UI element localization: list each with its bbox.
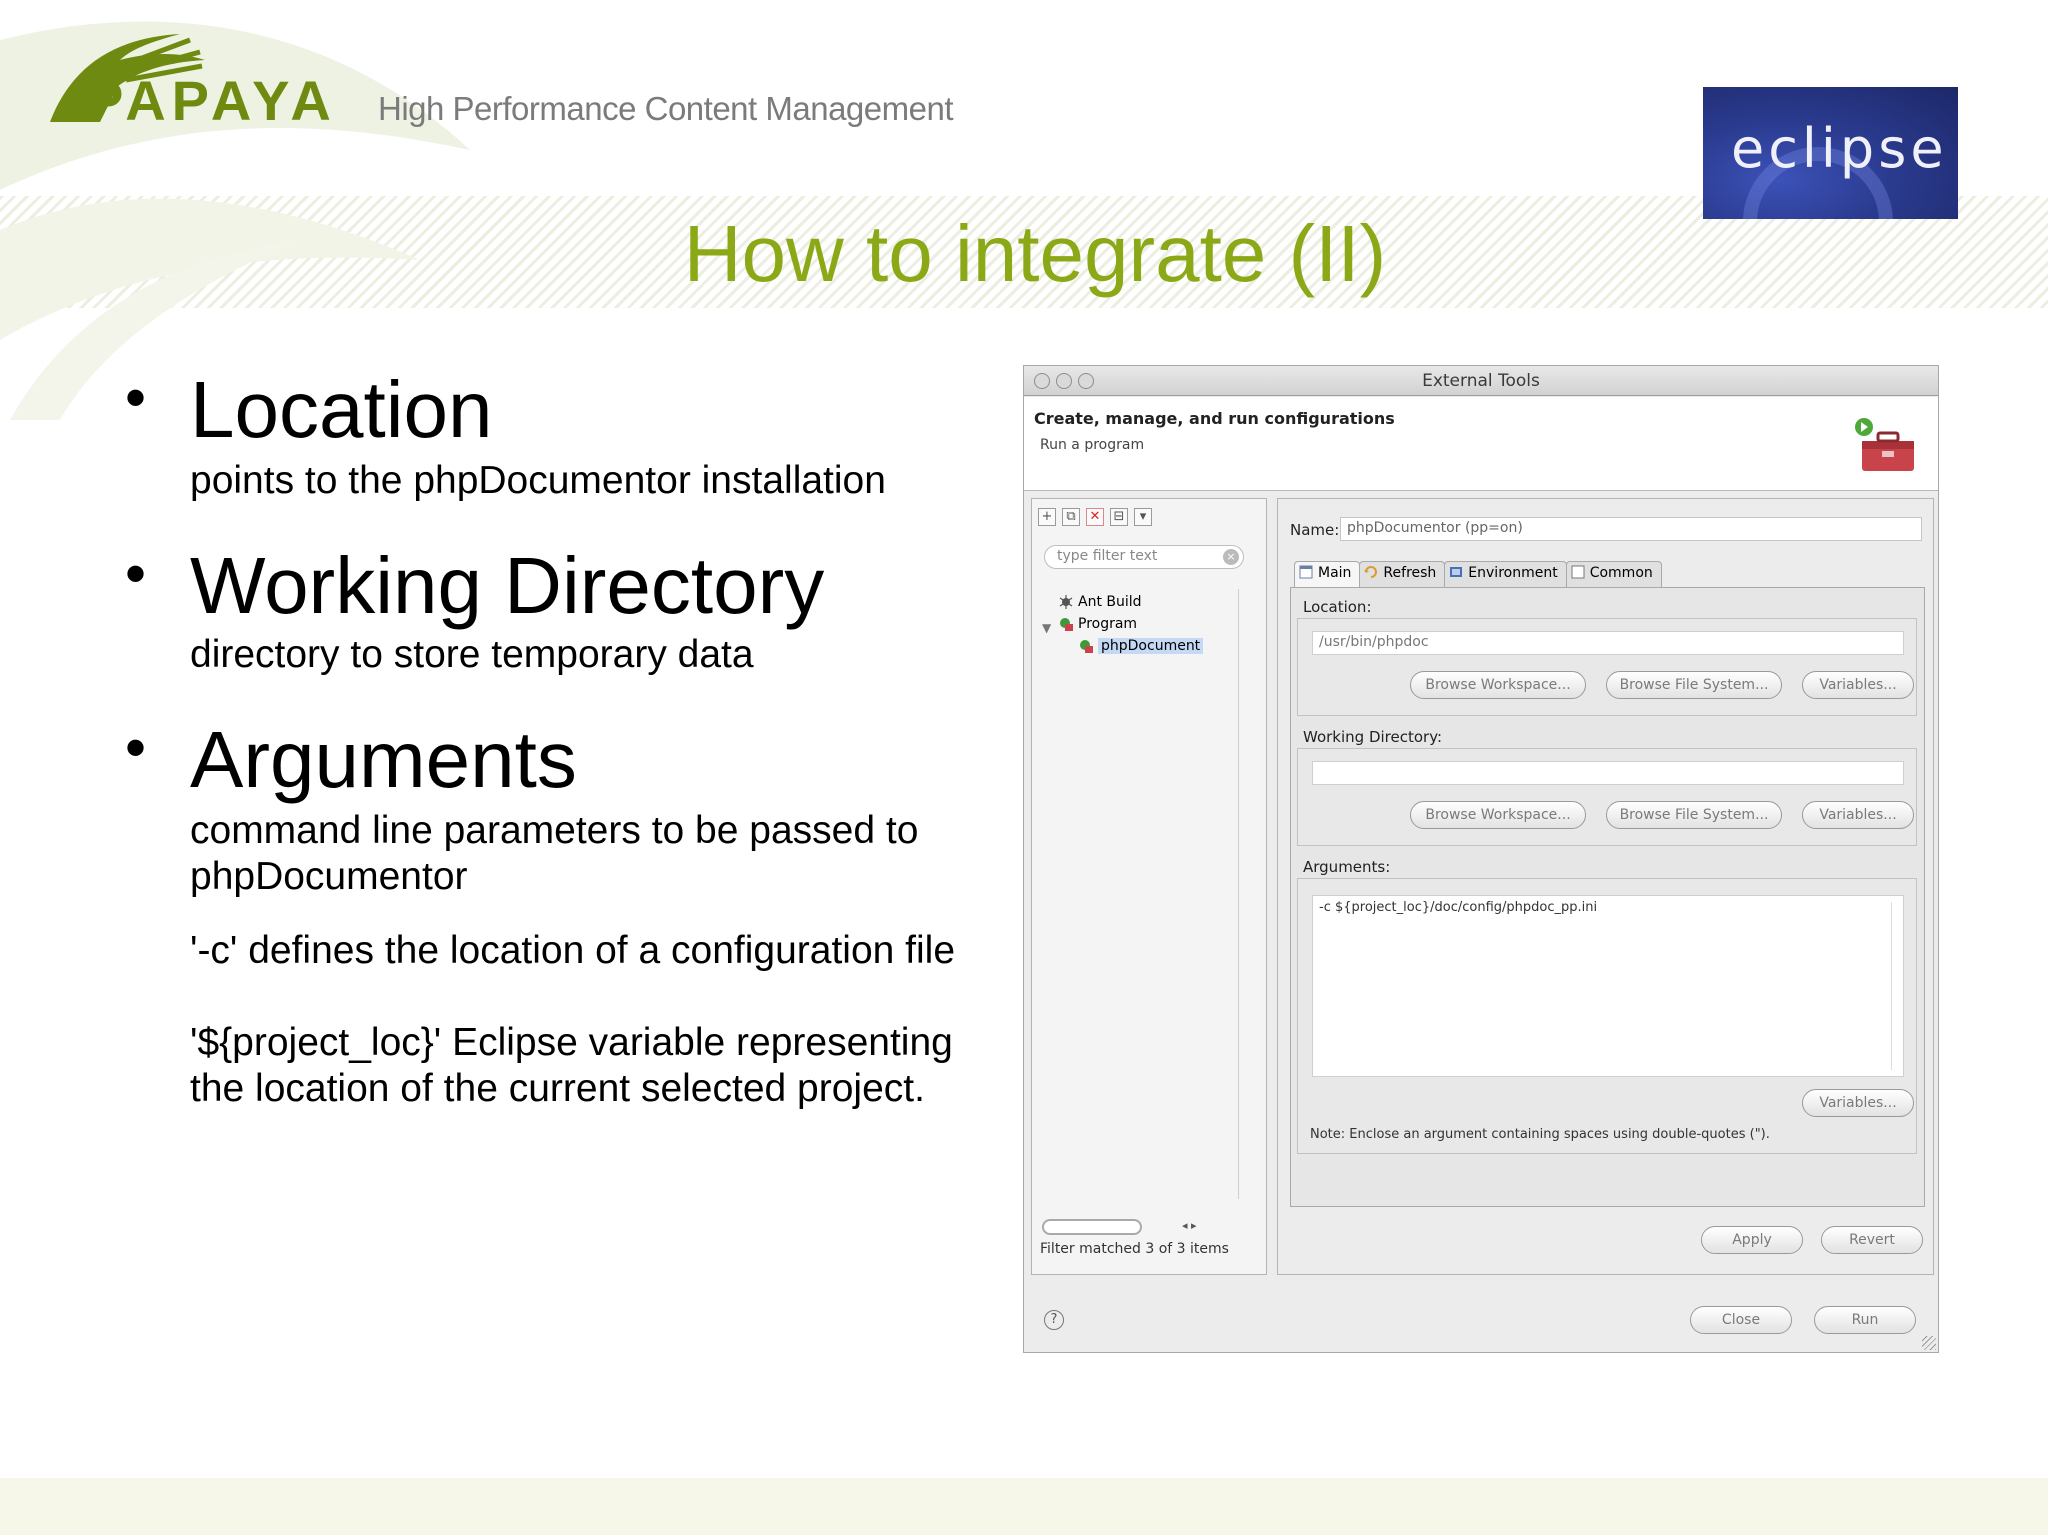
name-field[interactable]: phpDocumentor (pp=on) [1340, 517, 1922, 541]
window-titlebar[interactable]: External Tools [1024, 366, 1938, 396]
main-tab-panel: Location: /usr/bin/phpdoc Browse Workspa… [1290, 587, 1925, 1207]
refresh-icon [1364, 566, 1378, 578]
tab-label: Common [1589, 565, 1653, 581]
external-tools-dialog: External Tools Create, manage, and run c… [1023, 365, 1939, 1353]
working-directory-variables-button[interactable]: Variables... [1802, 801, 1914, 829]
arguments-note: Note: Enclose an argument containing spa… [1310, 1127, 1770, 1142]
apply-button[interactable]: Apply [1701, 1226, 1803, 1254]
bullet-text: command line parameters to be passed to [190, 809, 919, 852]
delete-configuration-icon[interactable]: ✕ [1086, 508, 1104, 526]
working-directory-browse-workspace-button[interactable]: Browse Workspace... [1410, 801, 1586, 829]
tab-bar: Main Refresh Environment Common [1294, 561, 1662, 587]
arguments-label: Arguments: [1303, 858, 1391, 876]
arguments-value: -c ${project_loc}/doc/config/phpdoc_pp.i… [1319, 900, 1598, 915]
eclipse-logo: eclipse [1703, 87, 1958, 219]
working-directory-group: Browse Workspace... Browse File System..… [1297, 748, 1917, 846]
tab-label: Environment [1468, 565, 1558, 581]
bullet-dot: • [125, 364, 147, 431]
tab-label: Refresh [1383, 565, 1437, 581]
duplicate-configuration-icon[interactable]: ⧉ [1062, 508, 1080, 526]
ant-build-icon [1059, 595, 1073, 609]
tree-item-phpdocumentor[interactable]: phpDocument [1078, 635, 1204, 657]
run-button[interactable]: Run [1814, 1306, 1916, 1334]
footer-band [0, 1478, 2048, 1535]
filter-placeholder: type filter text [1057, 548, 1158, 564]
clear-filter-icon[interactable]: × [1223, 549, 1239, 565]
bullet-heading: Location [190, 365, 493, 454]
filter-input[interactable]: type filter text × [1044, 545, 1244, 569]
tree-horizontal-scrollbar[interactable] [1042, 1219, 1142, 1235]
tree-vertical-scrollbar[interactable] [1238, 589, 1248, 1199]
bullet-dot: • [125, 714, 147, 781]
environment-icon [1450, 567, 1463, 577]
tab-environment[interactable]: Environment [1444, 561, 1567, 587]
tab-label: Main [1318, 565, 1352, 581]
program-icon [1060, 618, 1073, 631]
tab-refresh[interactable]: Refresh [1359, 561, 1446, 587]
program-config-icon [1080, 640, 1093, 653]
arguments-variables-button[interactable]: Variables... [1802, 1089, 1914, 1117]
tree-item-program[interactable]: Program [1058, 613, 1137, 635]
location-group: /usr/bin/phpdoc Browse Workspace... Brow… [1297, 618, 1917, 716]
bullet-heading: Arguments [190, 715, 577, 804]
toolbox-run-icon [1855, 418, 1914, 471]
bullet-heading: Working Directory [190, 541, 825, 630]
bullet-text: '-c' defines the location of a configura… [190, 929, 956, 972]
bullet-text: directory to store temporary data [190, 633, 754, 676]
location-variables-button[interactable]: Variables... [1802, 671, 1914, 699]
working-directory-browse-file-system-button[interactable]: Browse File System... [1606, 801, 1782, 829]
window-title: External Tools [1422, 371, 1540, 391]
common-icon [1571, 565, 1585, 579]
bullet-text: the location of the current selected pro… [190, 1067, 925, 1110]
bullet-text: '${project_loc}' Eclipse variable repres… [190, 1021, 953, 1064]
location-label: Location: [1303, 598, 1372, 616]
bullet-text: points to the phpDocumentor installation [190, 459, 886, 502]
working-directory-field[interactable] [1312, 761, 1904, 785]
revert-button[interactable]: Revert [1821, 1226, 1923, 1254]
header-subtitle: Run a program [1040, 437, 1145, 453]
working-directory-label: Working Directory: [1303, 728, 1443, 746]
papaya-logo-text: PAPAYA [86, 69, 337, 132]
location-browse-workspace-button[interactable]: Browse Workspace... [1410, 671, 1586, 699]
tab-common[interactable]: Common [1565, 561, 1662, 587]
tree-toolbar: + ⧉ ✕ ⊟ ▾ [1038, 504, 1152, 530]
tree-item-label: phpDocument [1098, 638, 1204, 654]
tree-item-label: Program [1078, 616, 1138, 632]
scroll-arrows-icon[interactable]: ◂ ▸ [1182, 1219, 1197, 1232]
name-label: Name: [1290, 521, 1340, 539]
configuration-editor-pane: Name: phpDocumentor (pp=on) Main Refresh… [1277, 498, 1934, 1275]
close-button[interactable]: Close [1690, 1306, 1792, 1334]
tree-item-ant-build[interactable]: Ant Build [1058, 591, 1142, 613]
location-browse-file-system-button[interactable]: Browse File System... [1606, 671, 1782, 699]
dialog-header: Create, manage, and run configurations R… [1024, 397, 1938, 491]
help-icon[interactable]: ? [1044, 1310, 1064, 1330]
main-tab-icon [1299, 565, 1313, 579]
location-field[interactable]: /usr/bin/phpdoc [1312, 631, 1904, 655]
arguments-scrollbar[interactable] [1891, 902, 1899, 1070]
filter-status: Filter matched 3 of 3 items [1040, 1241, 1229, 1257]
arguments-group: -c ${project_loc}/doc/config/phpdoc_pp.i… [1297, 878, 1917, 1154]
new-configuration-icon[interactable]: + [1038, 508, 1056, 526]
tagline: High Performance Content Management [378, 90, 954, 127]
configuration-tree-pane: + ⧉ ✕ ⊟ ▾ type filter text × ▼ Ant Build… [1031, 498, 1267, 1275]
tab-main[interactable]: Main [1294, 561, 1361, 587]
arguments-textarea[interactable]: -c ${project_loc}/doc/config/phpdoc_pp.i… [1312, 895, 1904, 1077]
filter-menu-icon[interactable]: ▾ [1134, 508, 1152, 526]
collapse-all-icon[interactable]: ⊟ [1110, 508, 1128, 526]
header-title: Create, manage, and run configurations [1034, 409, 1395, 428]
bullet-text: phpDocumentor [190, 855, 468, 898]
tree-item-label: Ant Build [1078, 594, 1142, 610]
eclipse-logo-text: eclipse [1731, 117, 1948, 180]
slide-title: How to integrate (II) [683, 209, 1387, 298]
resize-grip-icon[interactable] [1922, 1336, 1936, 1350]
expand-arrow-icon[interactable]: ▼ [1042, 621, 1051, 635]
bullet-dot: • [125, 540, 147, 607]
